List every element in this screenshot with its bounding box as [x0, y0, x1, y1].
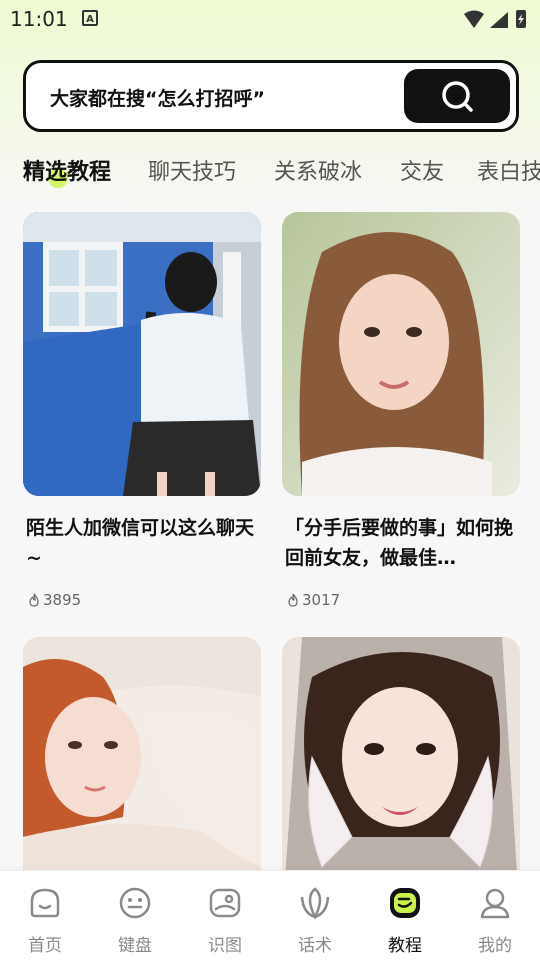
bottom-nav: 首页 键盘 识图 话术 教程 我的 [0, 870, 540, 961]
profile-icon [480, 888, 510, 919]
likes-count: 3017 [282, 591, 520, 609]
category-tabs: 精选教程 聊天技巧 关系破冰 交友 表白技 [0, 150, 540, 190]
image-recognition-icon [209, 888, 241, 918]
likes-value: 3017 [302, 591, 341, 609]
search-button[interactable] [404, 69, 510, 123]
nav-tutorial-label: 教程 [388, 936, 422, 956]
tab-friends[interactable]: 交友 [400, 154, 444, 186]
likes-count: 3895 [23, 591, 261, 609]
keyboard-icon [119, 887, 151, 919]
tab-confess[interactable]: 表白技 [477, 154, 540, 186]
wifi-icon [464, 10, 484, 28]
article-image [23, 212, 261, 496]
tab-icebreak[interactable]: 关系破冰 [274, 154, 362, 186]
nav-phrases[interactable]: 话术 [270, 885, 360, 956]
notification-icon: A [82, 10, 98, 26]
flame-icon [288, 593, 298, 607]
flame-icon [29, 593, 39, 607]
nav-phrases-label: 话术 [298, 936, 332, 956]
tab-chat-skills[interactable]: 聊天技巧 [148, 154, 236, 186]
nav-keyboard-label: 键盘 [118, 936, 152, 956]
tutorial-icon [390, 888, 420, 918]
signal-icon [490, 12, 508, 28]
tab-featured[interactable]: 精选教程 [23, 154, 111, 186]
system-icons [464, 10, 526, 28]
home-icon [30, 888, 60, 918]
nav-profile[interactable]: 我的 [450, 885, 540, 956]
nav-home[interactable]: 首页 [0, 885, 90, 956]
nav-image-recognition[interactable]: 识图 [180, 885, 270, 956]
search-hint: 大家都在搜“怎么打招呼” [50, 88, 265, 110]
nav-profile-label: 我的 [478, 936, 512, 956]
nav-image-recognition-label: 识图 [208, 936, 242, 956]
search-bar[interactable]: 大家都在搜“怎么打招呼” [23, 60, 519, 132]
nav-tutorial[interactable]: 教程 [360, 885, 450, 956]
nav-keyboard[interactable]: 键盘 [90, 885, 180, 956]
article-title: 「分手后要做的事」如何挽回前女友，做最佳… [285, 517, 514, 569]
article-card[interactable]: 陌生人加微信可以这么聊天~ 3895 [23, 212, 261, 609]
article-title: 陌生人加微信可以这么聊天~ [26, 517, 255, 569]
leaf-icon [300, 887, 330, 920]
article-image [282, 212, 520, 496]
search-icon [442, 81, 473, 112]
likes-value: 3895 [43, 591, 82, 609]
status-bar: 11:01 A [0, 0, 540, 40]
nav-home-label: 首页 [28, 936, 62, 956]
article-card[interactable]: 「分手后要做的事」如何挽回前女友，做最佳… 3017 [282, 212, 520, 609]
status-time: 11:01 [10, 7, 68, 31]
